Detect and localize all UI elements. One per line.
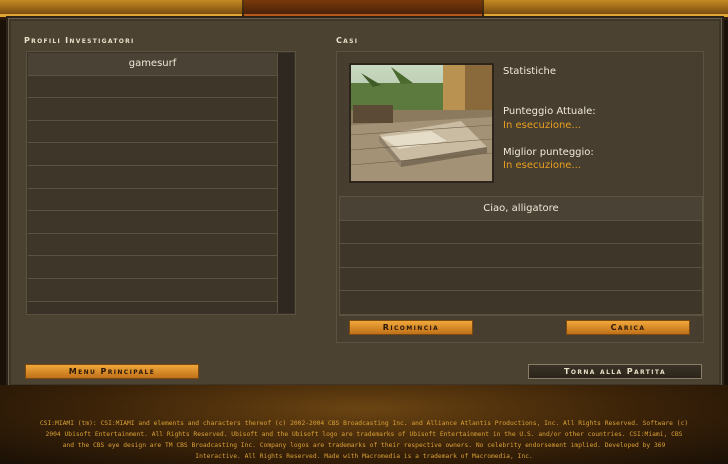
case-row[interactable]: [340, 267, 702, 292]
deck-scene-image: [351, 65, 492, 181]
stats-title: Statistiche: [503, 66, 556, 77]
restart-button[interactable]: Ricomincia: [349, 320, 473, 335]
load-button[interactable]: Carica: [566, 320, 690, 335]
current-score-value: In esecuzione...: [503, 120, 581, 131]
back-to-game-button[interactable]: Torna alla Partita: [528, 364, 702, 379]
case-row[interactable]: [340, 244, 702, 268]
top-tab-left: [0, 0, 242, 17]
profile-row[interactable]: gamesurf: [28, 53, 277, 76]
best-score-value: In esecuzione...: [503, 160, 581, 171]
profile-row[interactable]: [28, 278, 277, 302]
case-row[interactable]: [340, 220, 702, 245]
profile-row[interactable]: [28, 165, 277, 189]
profiles-scrollbar[interactable]: [277, 53, 294, 313]
top-tab-middle: [244, 0, 482, 17]
top-tab-right: [484, 0, 728, 17]
profile-row[interactable]: [28, 188, 277, 212]
profiles-title: Profili Investigatori: [24, 36, 135, 45]
current-score-label: Punteggio Attuale:: [503, 106, 596, 117]
case-row[interactable]: Ciao, alligatore: [340, 197, 702, 221]
profiles-list: gamesurf: [26, 51, 296, 315]
case-thumbnail: [349, 63, 494, 183]
cases-list: Ciao, alligatore: [339, 196, 703, 316]
best-score-label: Miglior punteggio:: [503, 147, 594, 158]
legal-notice: CSI:MIAMI (tm): CSI:MIAMI and elements a…: [39, 420, 689, 460]
main-menu-button[interactable]: Menu Principale: [25, 364, 199, 379]
profile-row[interactable]: [28, 233, 277, 257]
case-row[interactable]: [340, 291, 702, 315]
profile-row[interactable]: [28, 256, 277, 279]
profile-row[interactable]: [28, 75, 277, 99]
profile-row[interactable]: [28, 211, 277, 234]
profile-row[interactable]: [28, 143, 277, 166]
cases-title: Casi: [336, 36, 359, 45]
profile-row[interactable]: [28, 120, 277, 144]
profile-row[interactable]: [28, 98, 277, 121]
